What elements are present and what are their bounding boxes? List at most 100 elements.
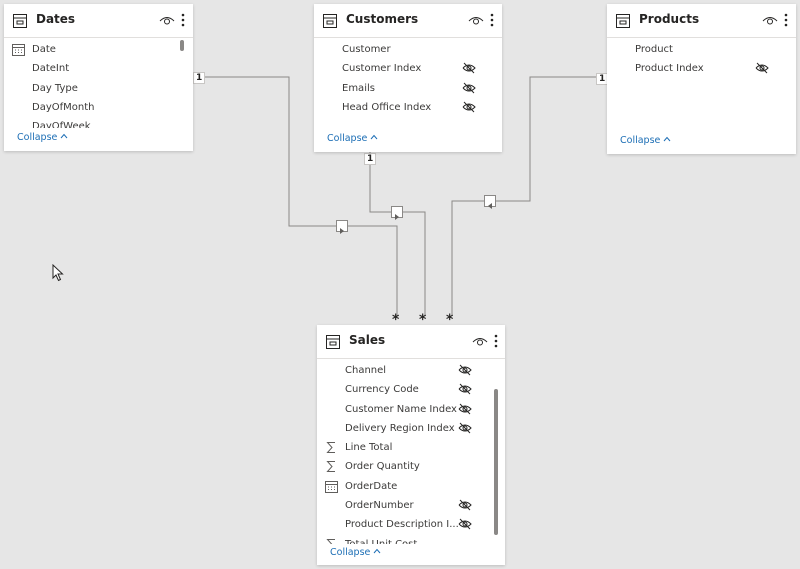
field-row[interactable]: Product: [607, 40, 796, 59]
field-row[interactable]: Total Unit Cost: [317, 535, 505, 544]
more-options-icon[interactable]: [783, 12, 789, 28]
field-name: DateInt: [32, 63, 70, 75]
hidden-eye-icon[interactable]: [458, 403, 472, 415]
more-options-icon[interactable]: [180, 12, 186, 28]
field-row[interactable]: DayOfWeek: [4, 117, 193, 128]
filter-direction-right-icon[interactable]: [391, 206, 403, 220]
collapse-button[interactable]: Collapse: [17, 132, 68, 143]
field-name: Channel: [345, 365, 387, 376]
field-list[interactable]: Customer Customer Index Emails Head Offi…: [314, 38, 502, 120]
field-row[interactable]: DateInt: [4, 59, 193, 78]
table-icon: [616, 14, 630, 28]
hidden-eye-icon[interactable]: [462, 82, 476, 94]
sigma-icon: [326, 538, 335, 544]
more-options-icon[interactable]: [493, 333, 499, 349]
chevron-up-icon: [370, 134, 378, 140]
chevron-up-icon: [60, 133, 68, 139]
field-name: Total Unit Cost: [345, 535, 417, 544]
eye-icon[interactable]: [159, 14, 175, 28]
hidden-eye-icon[interactable]: [458, 364, 472, 376]
field-row[interactable]: Customer: [314, 40, 502, 59]
collapse-label: Collapse: [620, 135, 661, 146]
table-header[interactable]: Customers: [314, 4, 502, 38]
hidden-eye-icon[interactable]: [458, 518, 472, 530]
field-row[interactable]: Customer Name Index: [317, 400, 505, 419]
field-row[interactable]: Date: [4, 40, 193, 59]
table-header[interactable]: Dates: [4, 4, 193, 38]
field-row[interactable]: Day Type: [4, 79, 193, 98]
eye-icon[interactable]: [468, 14, 484, 28]
field-name: Date: [32, 44, 56, 55]
hidden-eye-icon[interactable]: [462, 62, 476, 74]
field-name: Line Total: [345, 442, 393, 454]
eye-icon[interactable]: [762, 14, 778, 28]
table-card-sales[interactable]: Sales Channel Currency Code Customer Nam…: [317, 325, 505, 565]
field-row[interactable]: Customer Index: [314, 59, 502, 78]
vertical-scrollbar[interactable]: [494, 389, 498, 535]
field-row[interactable]: Head Office Index: [314, 98, 502, 117]
field-name: Day Type: [32, 82, 78, 94]
field-row[interactable]: OrderNumber: [317, 496, 505, 515]
hidden-eye-icon[interactable]: [755, 62, 769, 74]
model-diagram-canvas[interactable]: 1 1 1 * * * Dates Date DateInt Day Type …: [0, 0, 800, 569]
table-card-dates[interactable]: Dates Date DateInt Day Type DayOfMonth D…: [4, 4, 193, 151]
hidden-eye-icon[interactable]: [458, 499, 472, 511]
table-card-products[interactable]: Products Product Product Index Collapse: [607, 4, 796, 154]
vertical-scrollbar[interactable]: [180, 40, 184, 51]
field-row[interactable]: Line Total: [317, 438, 505, 457]
field-name: Product Index: [635, 63, 704, 75]
hidden-eye-icon[interactable]: [462, 101, 476, 113]
collapse-button[interactable]: Collapse: [330, 547, 381, 558]
table-title: Customers: [346, 12, 419, 26]
field-row[interactable]: OrderDate: [317, 477, 505, 496]
cardinality-one-dates: 1: [193, 72, 206, 84]
collapse-label: Collapse: [330, 547, 371, 558]
mouse-cursor-icon: [52, 264, 64, 282]
field-row[interactable]: Channel: [317, 361, 505, 380]
field-row[interactable]: Order Quantity: [317, 457, 505, 476]
calendar-icon: [325, 480, 338, 493]
collapse-button[interactable]: Collapse: [620, 135, 671, 146]
collapse-button[interactable]: Collapse: [327, 133, 378, 144]
more-options-icon[interactable]: [489, 12, 495, 28]
table-icon: [323, 14, 337, 28]
table-header[interactable]: Sales: [317, 325, 505, 359]
field-row[interactable]: Currency Code: [317, 380, 505, 399]
hidden-eye-icon[interactable]: [458, 383, 472, 395]
field-row[interactable]: Product Description I...: [317, 515, 505, 534]
field-name: Delivery Region Index: [345, 422, 455, 434]
filter-direction-left-icon[interactable]: [484, 195, 496, 209]
field-list[interactable]: Date DateInt Day Type DayOfMonth DayOfWe…: [4, 38, 193, 128]
sigma-icon: [326, 461, 335, 473]
collapse-label: Collapse: [17, 132, 58, 143]
table-icon: [13, 14, 27, 28]
field-name: Customer: [342, 44, 391, 55]
table-header[interactable]: Products: [607, 4, 796, 38]
cardinality-one-customers: 1: [364, 153, 377, 165]
field-row[interactable]: Delivery Region Index: [317, 419, 505, 438]
field-name: Customer Name Index: [345, 403, 457, 415]
field-name: Currency Code: [345, 384, 419, 396]
table-card-customers[interactable]: Customers Customer Customer Index Emails…: [314, 4, 502, 152]
field-row[interactable]: DayOfMonth: [4, 98, 193, 117]
filter-direction-right-icon[interactable]: [336, 220, 348, 234]
field-name: DayOfWeek: [32, 121, 91, 128]
collapse-label: Collapse: [327, 133, 368, 144]
sigma-icon: [326, 442, 335, 454]
field-name: DayOfMonth: [32, 101, 95, 113]
field-list[interactable]: Channel Currency Code Customer Name Inde…: [317, 359, 505, 544]
calendar-icon: [12, 44, 25, 56]
field-name: Product: [635, 44, 673, 55]
field-list[interactable]: Product Product Index: [607, 38, 796, 82]
chevron-up-icon: [663, 136, 671, 142]
eye-icon[interactable]: [472, 335, 488, 349]
table-title: Sales: [349, 333, 386, 347]
field-row[interactable]: Emails: [314, 79, 502, 98]
field-name: Customer Index: [342, 63, 422, 75]
chevron-up-icon: [373, 548, 381, 554]
field-name: Product Description I...: [345, 519, 459, 531]
field-row[interactable]: Product Index: [607, 59, 796, 78]
field-name: Order Quantity: [345, 461, 420, 473]
table-title: Dates: [36, 12, 76, 26]
hidden-eye-icon[interactable]: [458, 422, 472, 434]
